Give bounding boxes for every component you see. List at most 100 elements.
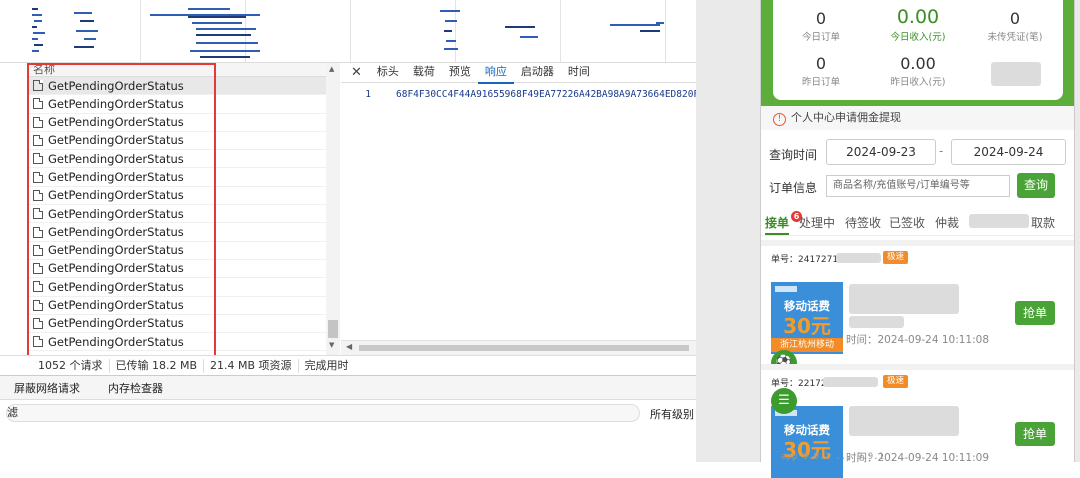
- tab-processing[interactable]: 处理中: [799, 214, 835, 231]
- response-detail-pane: ✕ 标头 载荷 预览 响应 启动器 时间 1 68F4F30CC4F44A91655968F…: [341, 62, 705, 355]
- overview-bar: [196, 28, 256, 30]
- overview-gridline: [245, 0, 246, 62]
- devtools-drawer: 屏蔽网络请求 内存检查器 滤 所有级别: [0, 375, 696, 462]
- warning-icon: !: [773, 113, 786, 126]
- stat-today-orders: 0 今日订单: [801, 9, 840, 44]
- list-menu-icon[interactable]: ☰: [771, 388, 797, 414]
- detail-tab-bar: ✕ 标头 载荷 预览 响应 启动器 时间: [341, 62, 696, 84]
- overview-bar: [190, 50, 260, 52]
- line-number: 1: [365, 89, 371, 100]
- log-levels-dropdown[interactable]: 所有级别: [650, 406, 694, 422]
- detail-tab[interactable]: 预览: [442, 62, 478, 84]
- detail-tab[interactable]: 时间: [561, 62, 597, 84]
- overview-bar: [34, 20, 42, 22]
- overview-bar: [84, 38, 96, 40]
- tab-awaiting-receipt[interactable]: 待签收: [845, 214, 881, 231]
- blurred-order-number: [823, 377, 878, 387]
- overview-gridline: [350, 0, 351, 62]
- order-status-tabs: 接单 6 处理中 待签收 已签收 仲裁 取款: [761, 210, 1074, 236]
- order-search-input[interactable]: 商品名称/充值账号/订单编号等: [826, 175, 1010, 197]
- detail-tab[interactable]: 载荷: [406, 62, 442, 84]
- overview-bar: [32, 38, 38, 40]
- scroll-down-icon[interactable]: ▼: [329, 341, 334, 349]
- stat-yesterday-income: 0.00 昨日收入(元): [890, 54, 946, 89]
- network-status-bar: 1052 个请求 已传输 18.2 MB 21.4 MB 项资源 完成用时: [0, 355, 696, 375]
- query-time-label: 查询时间: [769, 148, 818, 162]
- phone-app-panel: 0 今日订单 0.00 今日收入(元) 0 未传凭证(笔) 0 昨日订单 0.0…: [696, 0, 1080, 478]
- overview-bar: [32, 26, 37, 28]
- stat-yesterday-orders: 0 昨日订单: [801, 54, 840, 89]
- product-image: 移动话费 30元 浙江杭州移动: [771, 282, 843, 354]
- date-from-field[interactable]: 2024-09-23: [826, 139, 936, 165]
- order-card: 单号：24172714 极速 移动话费 30元 浙江杭州移动 时间：2024-0…: [761, 240, 1074, 360]
- drawer-tab-bar: 屏蔽网络请求 内存检查器: [0, 376, 696, 400]
- tab-network-request-blocking[interactable]: 屏蔽网络请求: [0, 380, 94, 396]
- response-horizontal-scrollbar[interactable]: ◀: [341, 340, 696, 355]
- order-card: 单号：221727 极速 移动话费 30元 时间：2024-09-24 10:1…: [761, 364, 1074, 478]
- overview-bar: [446, 40, 456, 42]
- overview-gridline: [560, 0, 561, 62]
- scrollbar-thumb[interactable]: [359, 345, 689, 351]
- overview-bar: [440, 10, 460, 12]
- express-tag: 极速: [883, 375, 909, 388]
- blurred-stat: [991, 62, 1041, 86]
- stat-today-income: 0.00 今日收入(元): [890, 6, 946, 43]
- overview-bar: [188, 16, 246, 18]
- detail-tab[interactable]: 启动器: [514, 62, 561, 84]
- response-body: 1 68F4F30CC4F44A91655968F49EA77226A42BA98…: [341, 89, 705, 100]
- scrollbar-thumb[interactable]: [328, 320, 338, 338]
- detail-tab[interactable]: 响应: [477, 62, 514, 84]
- footer-text: app 9.0.1 ... 9.9.1: [781, 452, 884, 462]
- detail-tab[interactable]: 标头: [370, 62, 406, 84]
- overview-bar: [196, 42, 258, 44]
- overview-bar: [34, 44, 43, 46]
- query-button[interactable]: 查询: [1017, 173, 1055, 198]
- overview-bar: [520, 36, 538, 38]
- order-info-label: 订单信息: [769, 181, 818, 195]
- date-separator: -: [939, 144, 944, 158]
- highlight-annotation-box: [27, 63, 216, 357]
- tab-accept-order[interactable]: 接单 6: [765, 211, 802, 235]
- overview-bar: [656, 22, 664, 24]
- response-text: 68F4F30CC4F44A91655968F49EA77226A42BA98A…: [396, 89, 705, 100]
- notice-text: 个人中心申请佣金提现: [791, 111, 901, 124]
- scroll-left-icon[interactable]: ◀: [346, 342, 352, 351]
- overview-bar: [445, 20, 457, 22]
- overview-bar: [32, 50, 39, 52]
- blurred-tab: [969, 214, 1029, 228]
- date-to-field[interactable]: 2024-09-24: [951, 139, 1066, 165]
- console-filter-input[interactable]: 滤: [6, 404, 640, 422]
- overview-bar: [32, 8, 38, 10]
- tab-received[interactable]: 已签收: [889, 214, 925, 231]
- overview-gridline: [665, 0, 666, 62]
- grab-order-button[interactable]: 抢单: [1015, 422, 1055, 446]
- tab-arbitration[interactable]: 仲裁: [935, 214, 959, 231]
- overview-bar: [74, 12, 92, 14]
- overview-bar: [76, 30, 98, 32]
- network-overview[interactable]: [0, 0, 700, 63]
- overview-bar: [505, 26, 535, 28]
- overview-bar: [32, 14, 42, 16]
- app-screen: 0 今日订单 0.00 今日收入(元) 0 未传凭证(笔) 0 昨日订单 0.0…: [760, 0, 1075, 478]
- overview-bar: [196, 34, 251, 36]
- overview-bar: [188, 8, 230, 10]
- resources-size: 21.4 MB 项资源: [204, 358, 299, 373]
- scroll-up-icon[interactable]: ▲: [329, 65, 334, 73]
- blurred-order-number: [836, 253, 881, 263]
- close-icon[interactable]: ✕: [341, 65, 370, 80]
- overview-bar: [640, 30, 660, 32]
- grab-order-button[interactable]: 抢单: [1015, 301, 1055, 325]
- tab-withdraw[interactable]: 取款: [1031, 214, 1055, 231]
- overview-bar: [80, 20, 94, 22]
- product-image: 移动话费 30元: [771, 406, 843, 478]
- blurred-product-title: [849, 284, 959, 314]
- withdraw-notice[interactable]: ! 个人中心申请佣金提现: [761, 106, 1074, 130]
- overview-bar: [444, 48, 458, 50]
- request-list-scrollbar[interactable]: ▲ ▼: [326, 63, 340, 355]
- tab-memory-inspector[interactable]: 内存检查器: [94, 380, 177, 396]
- app-header: 0 今日订单 0.00 今日收入(元) 0 未传凭证(笔) 0 昨日订单 0.0…: [761, 0, 1074, 106]
- overview-bar: [444, 30, 452, 32]
- order-number: 单号：24172714: [771, 255, 844, 265]
- overview-bar: [33, 32, 45, 34]
- express-tag: 极速: [883, 251, 909, 264]
